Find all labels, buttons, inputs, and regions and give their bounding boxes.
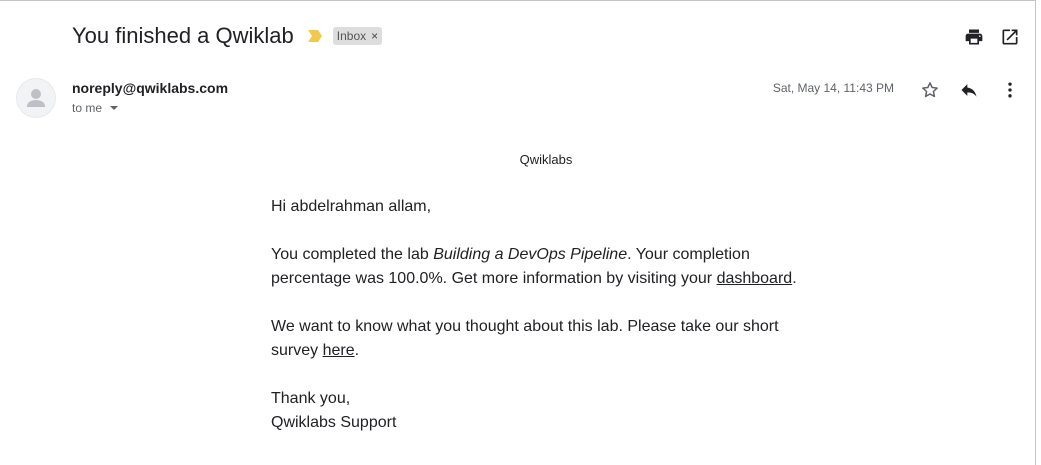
recipient-row: to me <box>72 101 119 115</box>
recipient-text: to me <box>72 101 103 115</box>
dashboard-link[interactable]: dashboard <box>717 270 793 287</box>
completion-text: You completed the lab <box>271 246 434 263</box>
message-body: Hi abdelrahman allam, You completed the … <box>271 195 811 459</box>
survey-link[interactable]: here <box>323 342 355 359</box>
lab-name: Building a DevOps Pipeline <box>433 246 628 263</box>
more-vert-icon[interactable] <box>999 79 1021 101</box>
completion-paragraph: You completed the lab Building a DevOps … <box>271 243 811 291</box>
importance-marker-icon[interactable] <box>307 29 323 43</box>
sender-email[interactable]: noreply@qwiklabs.com <box>72 80 228 96</box>
survey-paragraph: We want to know what you thought about t… <box>271 315 811 363</box>
remove-label-button[interactable]: × <box>371 27 378 45</box>
reply-icon[interactable] <box>958 79 980 101</box>
email-view: You finished a Qwiklab Inbox × noreply@q… <box>0 0 1036 465</box>
email-date: Sat, May 14, 11:43 PM <box>772 81 894 95</box>
star-icon[interactable] <box>919 79 941 101</box>
inbox-label-chip: Inbox × <box>332 27 383 45</box>
completion-period: . <box>792 270 797 287</box>
signoff: Thank you, <box>271 390 351 407</box>
brand-header: Qwiklabs <box>519 152 573 167</box>
default-avatar-icon <box>16 78 56 118</box>
email-subject: You finished a Qwiklab <box>72 23 294 48</box>
greeting: Hi abdelrahman allam, <box>271 198 432 215</box>
signature: Qwiklabs Support <box>271 414 397 431</box>
chevron-down-icon[interactable] <box>110 106 119 110</box>
open-in-new-window-icon[interactable] <box>998 25 1022 49</box>
survey-period: . <box>354 342 360 359</box>
print-icon[interactable] <box>962 25 986 49</box>
subject-row: You finished a Qwiklab Inbox × <box>72 21 383 51</box>
closing: Thank you, Qwiklabs Support <box>271 387 811 435</box>
inbox-label-text: Inbox <box>336 29 367 43</box>
